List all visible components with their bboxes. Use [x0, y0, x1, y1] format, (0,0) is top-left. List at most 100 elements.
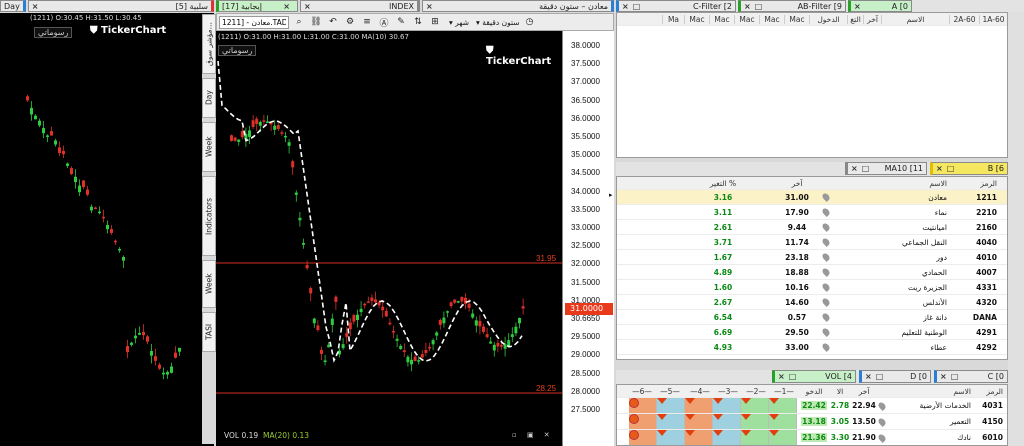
side-tab-week-2[interactable]: Week [202, 260, 216, 308]
scanner-col[interactable]: الاسم [881, 14, 949, 24]
scanner-col[interactable]: Ma [662, 14, 684, 24]
vol-row[interactable]: 22.42 2.78 22.94 الخدمات الأرضية 4031 [617, 398, 1007, 414]
scanner-col[interactable]: Mac [784, 14, 809, 24]
tab-positive[interactable]: إيجابية [17] × [216, 0, 298, 12]
col-symbol[interactable]: الرمز [973, 387, 1003, 396]
col-last[interactable]: آخر [777, 179, 817, 188]
location-pin-icon[interactable] [877, 433, 887, 443]
col-entry[interactable]: الدخو [801, 387, 827, 396]
col-change[interactable]: الا [829, 387, 851, 396]
tab-ab-filter[interactable]: × □ AB-Filter [9 [738, 0, 846, 12]
scanner-col[interactable]: آخر [863, 14, 881, 24]
candle-body [94, 207, 97, 210]
location-pin-icon[interactable] [821, 207, 831, 217]
col-name[interactable]: الاسم [847, 179, 947, 188]
location-pin-icon[interactable] [821, 237, 831, 247]
clock-icon[interactable]: ◷ [523, 16, 537, 28]
watchlist-row[interactable]: 6.69 29.50 الوطنية للتعليم 4291 [617, 325, 1007, 340]
tab-d[interactable]: × □ D [0 [859, 370, 931, 383]
col-4[interactable]: —4— [687, 387, 713, 396]
left-chart[interactable]: (1211) O:30.45 H:31.50 L:30.45 ⛊ TickerC… [0, 13, 214, 446]
col-1[interactable]: —1— [771, 387, 797, 396]
side-tab-tasi[interactable]: TASI [202, 312, 216, 352]
col-2[interactable]: —2— [743, 387, 769, 396]
search-icon[interactable]: ⌕ [292, 16, 306, 28]
ruler-icon[interactable]: ⊞ [428, 16, 442, 28]
candle-body [305, 264, 309, 269]
symbol-input[interactable] [219, 15, 289, 29]
watchlist-row[interactable]: 4.93 33.00 عطاء 4292 [617, 340, 1007, 355]
scanner-col[interactable]: التغ [847, 14, 863, 24]
scanner-col[interactable]: Mac [734, 14, 759, 24]
tab-c-filter[interactable]: × □ C-Filter [2 [616, 0, 736, 12]
close-icon[interactable]: × [304, 2, 311, 11]
location-pin-icon[interactable] [821, 327, 831, 337]
scanner-col[interactable]: Mac [684, 14, 709, 24]
location-pin-icon[interactable] [821, 222, 831, 232]
tab-index[interactable]: × INDEX [300, 0, 420, 12]
location-pin-icon[interactable] [877, 417, 887, 427]
candle-body [122, 257, 125, 261]
watchlist-row[interactable]: 3.16 31.00 معادن 1211 [617, 190, 1007, 205]
col-3[interactable]: —3— [715, 387, 741, 396]
watchlist-row[interactable]: 3.71 11.74 النقل الجماعي 4040 [617, 235, 1007, 250]
link-icon[interactable]: ⛓ [309, 16, 323, 28]
draw-icon[interactable]: ✎ [394, 16, 408, 28]
location-pin-icon[interactable] [821, 282, 831, 292]
list-icon[interactable]: ≡ [360, 16, 374, 28]
tab-vol[interactable]: × □ VOL [4 [772, 370, 856, 383]
watchlist-row[interactable]: 2.67 14.60 الأندلس 4320 [617, 295, 1007, 310]
scanner-col[interactable]: 1A-60 [979, 14, 1007, 24]
location-pin-icon[interactable] [821, 312, 831, 322]
watchlist-row[interactable]: 1.67 23.18 دور 4010 [617, 250, 1007, 265]
tab-maaden-chart[interactable]: × معادن – ستون دقيقة [422, 0, 614, 12]
scanner-col[interactable]: Mac [709, 14, 734, 24]
side-tab-indicators[interactable]: Indicators [202, 176, 216, 256]
interval-dropdown[interactable]: ▾ ستون دقيقة [476, 18, 519, 27]
col-5[interactable]: —5— [657, 387, 683, 396]
price-tick-label: 35.5000 [571, 132, 600, 141]
location-pin-icon[interactable] [877, 401, 887, 411]
watchlist-row[interactable]: 2.61 9.44 اميانتيت 2160 [617, 220, 1007, 235]
side-tab-index[interactable]: مؤشر سوق... [202, 14, 216, 74]
scanner-col[interactable]: الدخول [809, 14, 847, 24]
close-icon[interactable]: × [426, 2, 433, 11]
settings-icon[interactable]: ⚙ [343, 16, 357, 28]
watchlist-row[interactable]: 1.60 10.16 الجزيرة ريت 4331 [617, 280, 1007, 295]
location-pin-icon[interactable] [821, 267, 831, 277]
col-change[interactable]: التغير % [703, 179, 743, 188]
col-6[interactable]: —6— [629, 387, 655, 396]
candle-body [126, 345, 129, 353]
tab-c[interactable]: × □ C [0 [934, 370, 1008, 383]
col-name[interactable]: الاسم [887, 387, 971, 396]
vol-row[interactable]: 21.36 3.30 21.90 نادك 6010 [617, 430, 1007, 445]
alert-icon[interactable]: Ⓐ [377, 16, 391, 29]
scanner-col[interactable]: 2A-60 [949, 14, 979, 24]
tab-day[interactable]: Day [0, 0, 26, 12]
watchlist-row[interactable]: 3.11 17.90 نماء 2210 [617, 205, 1007, 220]
watchlist-row[interactable]: 4.89 18.88 الحمادي 4007 [617, 265, 1007, 280]
scanner-col[interactable]: Mac [759, 14, 784, 24]
tab-ma10[interactable]: × □ MA10 [11 [845, 162, 927, 175]
tab-a[interactable]: × A [0 [848, 0, 912, 12]
undo-icon[interactable]: ↶ [326, 16, 340, 28]
vol-row[interactable]: 13.18 3.05 13.50 التعمير 4150 [617, 414, 1007, 430]
tab-b[interactable]: × □ B [6 [930, 162, 1008, 175]
watchlist-row[interactable]: 6.54 0.57 دانة غاز DANA [617, 310, 1007, 325]
close-icon[interactable]: × [283, 2, 290, 11]
chart-window-controls[interactable]: ▫ ▣ ✕ [512, 431, 554, 439]
side-tab-day[interactable]: Day [202, 78, 216, 118]
location-pin-icon[interactable] [821, 297, 831, 307]
period-dropdown[interactable]: ▾ شهر [449, 18, 469, 27]
location-pin-icon[interactable] [821, 252, 831, 262]
right-scrollbar[interactable] [1008, 12, 1024, 446]
location-pin-icon[interactable] [821, 342, 831, 352]
location-pin-icon[interactable] [821, 192, 831, 202]
side-tab-week[interactable]: Week [202, 122, 216, 172]
col-last[interactable]: آخر [851, 387, 877, 396]
col-symbol[interactable]: الرمز [957, 179, 997, 188]
tab-negative[interactable]: × سلبية [5] [27, 0, 214, 12]
compare-icon[interactable]: ⇅ [411, 16, 425, 28]
close-icon[interactable]: × [32, 2, 39, 11]
main-chart[interactable]: (1211) O:31.00 H:31.00 L:31.00 C:31.00 M… [216, 31, 562, 446]
